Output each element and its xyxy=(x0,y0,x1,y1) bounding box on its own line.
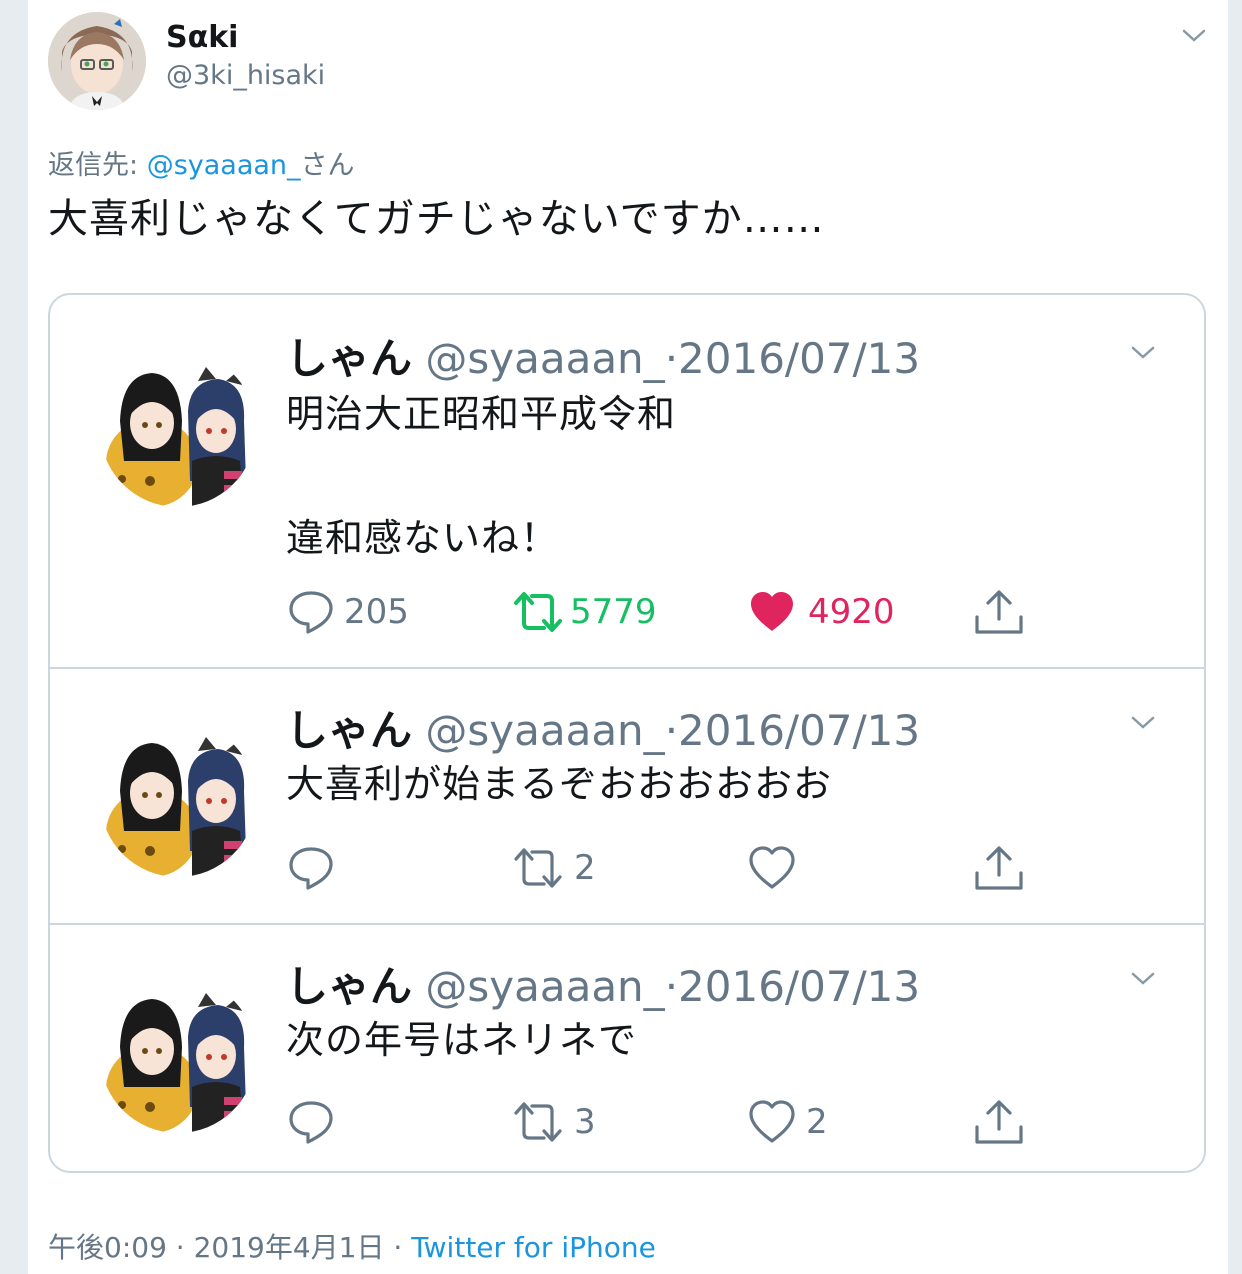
tweet-text: 大喜利じゃなくてガチじゃないですか…… xyxy=(48,196,825,242)
quoted-author-handle[interactable]: @syaaaan_ xyxy=(425,706,664,755)
separator-dot: · xyxy=(166,1231,194,1264)
quoted-tweet-2[interactable]: しゃん @syaaaan_·2016/07/13 大喜利が始まるぞおおおおおお … xyxy=(50,669,1204,923)
reply-button[interactable] xyxy=(286,1097,344,1147)
reply-mention-link[interactable]: @syaaaan_ xyxy=(147,150,301,181)
heart-icon xyxy=(751,592,793,631)
quoted-author-name[interactable]: しゃん xyxy=(286,334,412,383)
quoted-tweet-date[interactable]: 2016/07/13 xyxy=(678,334,920,383)
reply-suffix: さん xyxy=(300,150,355,181)
separator-dot: · xyxy=(384,1231,412,1264)
reply-icon xyxy=(289,847,333,890)
retweet-icon xyxy=(514,848,562,888)
tweet-metadata: 午後0:09 · 2019年4月1日 · Twitter for iPhone xyxy=(48,1226,656,1266)
chevron-down-icon[interactable] xyxy=(1130,345,1156,361)
quoted-tweet-text: 次の年号はネリネで xyxy=(286,1018,638,1062)
quoted-tweet-text: 明治大正昭和平成令和 違和感ないね！ xyxy=(286,392,677,560)
heart-icon xyxy=(749,1100,795,1143)
reply-icon xyxy=(289,591,333,634)
retweet-button[interactable]: 5779 xyxy=(510,587,657,637)
reply-to-label: 返信先: xyxy=(48,150,147,181)
tweet-date[interactable]: 2019年4月1日 xyxy=(194,1231,385,1264)
avatar[interactable] xyxy=(100,977,256,1133)
reply-icon xyxy=(289,1101,333,1144)
avatar[interactable] xyxy=(100,721,256,877)
like-count: 2 xyxy=(806,1102,828,1142)
retweet-count: 5779 xyxy=(570,592,657,632)
quoted-tweet-text: 大喜利が始まるぞおおおおおお xyxy=(286,762,833,806)
quoted-tweet-date[interactable]: 2016/07/13 xyxy=(678,962,920,1011)
retweet-button[interactable]: 2 xyxy=(510,843,596,893)
like-button[interactable]: 2 xyxy=(746,1097,828,1147)
reply-to-line: 返信先: @syaaaan_さん xyxy=(48,143,355,182)
heart-icon xyxy=(749,846,795,889)
separator-dot: · xyxy=(664,706,679,755)
quoted-tweet-header: しゃん @syaaaan_·2016/07/13 xyxy=(286,953,920,1014)
share-icon xyxy=(975,846,1023,890)
quoted-tweet-1[interactable]: しゃん @syaaaan_·2016/07/13 明治大正昭和平成令和 違和感な… xyxy=(50,295,1204,667)
reply-button[interactable] xyxy=(286,843,344,893)
quoted-author-handle[interactable]: @syaaaan_ xyxy=(425,962,664,1011)
avatar[interactable] xyxy=(100,351,256,507)
share-button[interactable] xyxy=(972,843,1026,893)
chevron-down-icon[interactable] xyxy=(1130,971,1156,987)
quoted-tweet-card[interactable]: しゃん @syaaaan_·2016/07/13 明治大正昭和平成令和 違和感な… xyxy=(48,293,1206,1173)
author-avatar[interactable] xyxy=(48,12,146,110)
tweet-detail: Sαki @3ki_hisaki 返信先: @syaaaan_さん 大喜利じゃな… xyxy=(28,0,1228,1274)
retweet-icon xyxy=(514,1102,562,1142)
quoted-tweet-header: しゃん @syaaaan_·2016/07/13 xyxy=(286,325,920,386)
retweet-count: 2 xyxy=(574,848,596,888)
share-icon xyxy=(975,1100,1023,1144)
reply-button[interactable]: 205 xyxy=(286,587,409,637)
quoted-author-name[interactable]: しゃん xyxy=(286,706,412,755)
reply-count: 205 xyxy=(344,592,409,632)
retweet-count: 3 xyxy=(574,1102,596,1142)
quoted-tweet-date[interactable]: 2016/07/13 xyxy=(678,706,920,755)
tweet-time[interactable]: 午後0:09 xyxy=(48,1231,167,1264)
author-name[interactable]: Sαki xyxy=(166,20,238,55)
like-button[interactable] xyxy=(746,843,806,893)
share-button[interactable] xyxy=(972,1097,1026,1147)
tweet-source-link[interactable]: Twitter for iPhone xyxy=(411,1231,656,1264)
like-count: 4920 xyxy=(808,592,895,632)
quoted-author-handle[interactable]: @syaaaan_ xyxy=(425,334,664,383)
chevron-down-icon[interactable] xyxy=(1181,28,1207,44)
separator-dot: · xyxy=(664,334,679,383)
quoted-tweet-3[interactable]: しゃん @syaaaan_·2016/07/13 次の年号はネリネで 3 2 xyxy=(50,925,1204,1171)
quoted-tweet-header: しゃん @syaaaan_·2016/07/13 xyxy=(286,697,920,758)
share-button[interactable] xyxy=(972,587,1026,637)
retweet-button[interactable]: 3 xyxy=(510,1097,596,1147)
author-handle[interactable]: @3ki_hisaki xyxy=(166,60,325,91)
share-icon xyxy=(975,590,1023,634)
separator-dot: · xyxy=(664,962,679,1011)
like-button[interactable]: 4920 xyxy=(746,587,895,637)
chevron-down-icon[interactable] xyxy=(1130,715,1156,731)
retweet-icon xyxy=(514,592,562,632)
quoted-author-name[interactable]: しゃん xyxy=(286,962,412,1011)
